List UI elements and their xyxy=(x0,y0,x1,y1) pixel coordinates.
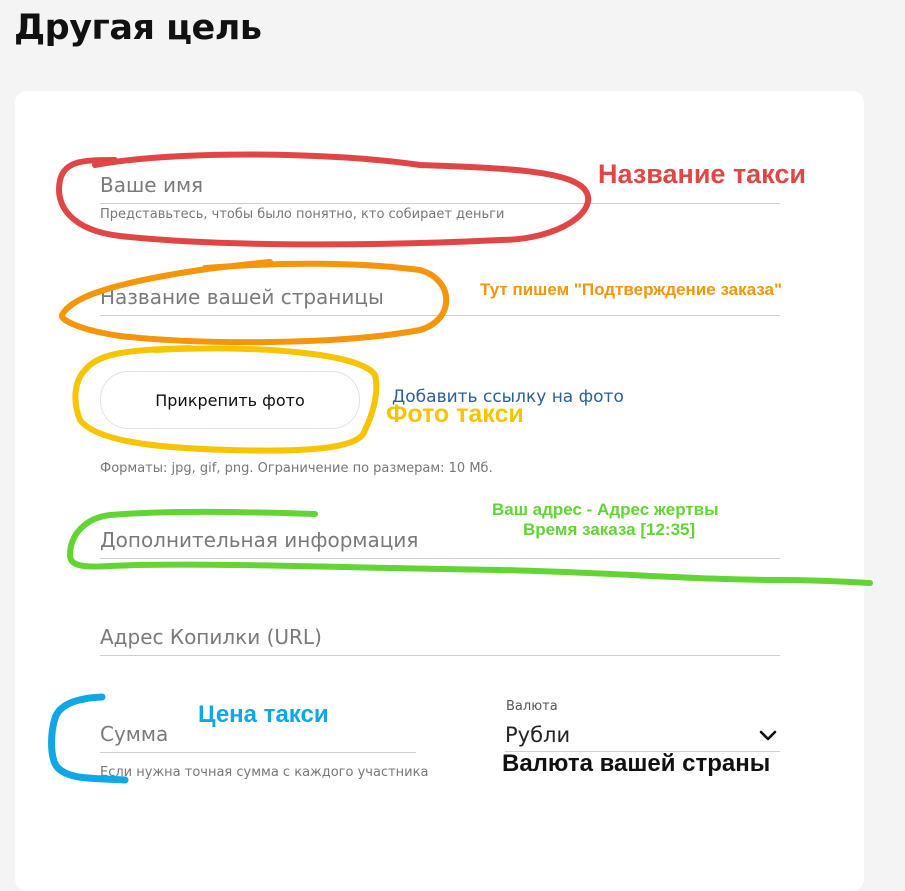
annotation-price: Цена такси xyxy=(198,701,329,728)
annotation-address-line2: Время заказа [12:35] xyxy=(523,520,696,539)
currency-label: Валюта xyxy=(506,699,558,714)
annotation-taxi-name: Название такси xyxy=(598,159,806,189)
currency-value: Рубли xyxy=(505,723,571,747)
annotation-address-line1: Ваш адрес - Адрес жертвы xyxy=(492,500,719,519)
name-hint: Представьтесь, чтобы было понятно, кто с… xyxy=(100,207,505,222)
piggy-url-input[interactable] xyxy=(100,625,780,649)
attach-photo-button[interactable]: Прикрепить фото xyxy=(100,371,360,429)
photo-formats-hint: Форматы: jpg, gif, png. Ограничение по р… xyxy=(100,461,493,476)
annotation-photo: Фото такси xyxy=(386,400,524,428)
annotation-currency: Валюта вашей страны xyxy=(502,750,771,777)
chevron-down-icon[interactable] xyxy=(758,725,778,745)
annotation-page-name: Тут пишем "Подтверждение заказа" xyxy=(480,280,783,299)
currency-select[interactable]: Рубли xyxy=(505,716,780,752)
page-title: Другая цель xyxy=(14,8,262,48)
amount-hint: Если нужна точная сумма с каждого участн… xyxy=(100,765,429,780)
piggy-url-field[interactable] xyxy=(100,617,780,656)
